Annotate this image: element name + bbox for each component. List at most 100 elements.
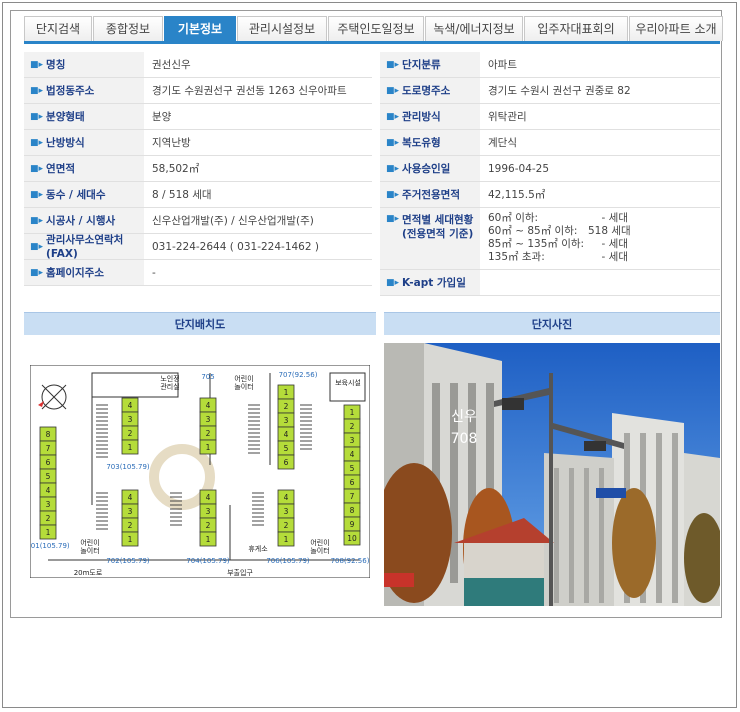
unit-line-number: 10: [347, 534, 357, 543]
tab-residents-council[interactable]: 입주자대표회의: [524, 16, 628, 41]
unit-line-number: 7: [350, 492, 355, 501]
unit-line-number: 2: [350, 422, 355, 431]
unit-line-number: 6: [284, 458, 289, 467]
bullet-arrow-icon: ■▸: [386, 112, 400, 122]
info-row-buildings-households: ■▸ 동수 / 세대수 8 / 518 세대: [24, 182, 372, 208]
info-row-legal-address: ■▸ 법정동주소 경기도 수원권선구 권선동 1263 신우아파트: [24, 78, 372, 104]
info-row-road-address: ■▸ 도로명주소 경기도 수원시 권선구 권중로 82: [380, 78, 720, 104]
area-distribution-list: 60㎡ 이하: - 세대 60㎡ ~ 85㎡ 이하: 518 세대 85㎡ ~ 13…: [488, 212, 631, 263]
building-label: 707(92.56): [279, 371, 318, 379]
unit-line-number: 4: [206, 401, 211, 410]
unit-line-number: 8: [46, 430, 51, 439]
unit-line-number: 2: [46, 514, 51, 523]
building-label: 706(105.79): [266, 557, 310, 565]
bullet-arrow-icon: ■▸: [30, 190, 44, 200]
tab-apartment-intro[interactable]: 우리아파트 소개: [629, 16, 723, 41]
daycare-label: 보육시설: [335, 379, 361, 387]
unit-line-number: 6: [350, 478, 355, 487]
unit-line-number: 3: [350, 436, 355, 445]
unit-line-number: 2: [206, 521, 211, 530]
unit-line-number: 3: [206, 507, 211, 516]
basic-info-left: ■▸ 명칭 권선신우 ■▸ 법정동주소 경기도 수원권선구 권선동 1263 신우아…: [24, 52, 372, 286]
unit-line-number: 5: [350, 464, 355, 473]
unit-line-number: 1: [128, 535, 133, 544]
tab-bar: 단지검색 종합정보 기본정보 관리시설정보 주택인도일정보 녹색/에너지정보 입…: [24, 16, 723, 44]
bullet-arrow-icon: ■▸: [30, 268, 44, 278]
info-row-name: ■▸ 명칭 권선신우: [24, 52, 372, 78]
unit-line-number: 4: [350, 450, 355, 459]
unit-line-number: 4: [128, 401, 133, 410]
playground-top-label: 어린이 놀이터: [234, 374, 253, 391]
tab-green-energy[interactable]: 녹색/에너지정보: [425, 16, 523, 41]
tab-handover-schedule[interactable]: 주택인도일정보: [328, 16, 424, 41]
playground-right-label: 어린이 놀이터: [310, 538, 329, 555]
info-row-exclusive-area: ■▸ 주거전용면적 42,115.5㎡: [380, 182, 720, 208]
rest-area-label: 휴게소: [248, 544, 268, 553]
info-row-heating: ■▸ 난방방식 지역난방: [24, 130, 372, 156]
traffic-light-icon: [502, 398, 524, 410]
building-label: 705: [201, 373, 214, 381]
unit-line-number: 3: [284, 507, 289, 516]
traffic-light-icon: [584, 441, 606, 451]
tab-complex-search[interactable]: 단지검색: [24, 16, 92, 41]
unit-line-number: 1: [284, 388, 289, 397]
street-sign-icon: [596, 488, 626, 498]
tab-facility-info[interactable]: 관리시설정보: [237, 16, 327, 41]
complex-photo[interactable]: 신우 708: [384, 343, 720, 606]
unit-line-number: 2: [206, 429, 211, 438]
playground-left-label: 어린이 놀이터: [80, 538, 99, 555]
photo-header: 단지사진: [384, 312, 720, 335]
building-sign-name: 신우: [451, 409, 477, 425]
bullet-arrow-icon: ■▸: [386, 60, 400, 70]
info-row-management: ■▸ 관리방식 위탁관리: [380, 104, 720, 130]
unit-line-number: 4: [206, 493, 211, 502]
site-plan-map[interactable]: 노인정 관리실 어린이 놀이터 보육시설 어린이 놀이터 휴게소 어린이 놀이터 20m…: [30, 365, 370, 578]
info-row-area-distribution: ■▸ 면적별 세대현황 (전용면적 기준) 60㎡ 이하: - 세대 60㎡ ~ 8…: [380, 208, 720, 270]
unit-line-number: 5: [46, 472, 51, 481]
unit-line-number: 5: [284, 444, 289, 453]
unit-line-number: 2: [128, 521, 133, 530]
unit-line-number: 2: [284, 402, 289, 411]
bullet-arrow-icon: ■▸: [386, 278, 400, 288]
unit-line-number: 1: [206, 535, 211, 544]
unit-line-number: 4: [128, 493, 133, 502]
unit-line-number: 1: [284, 535, 289, 544]
unit-line-number: 6: [46, 458, 51, 467]
bullet-arrow-icon: ■▸: [386, 190, 400, 200]
unit-line-number: 3: [128, 507, 133, 516]
unit-line-number: 3: [128, 415, 133, 424]
bullet-arrow-icon: ■▸: [386, 138, 400, 148]
bullet-arrow-icon: ■▸: [30, 216, 44, 226]
bullet-arrow-icon: ■▸: [30, 164, 44, 174]
tab-overview[interactable]: 종합정보: [93, 16, 163, 41]
info-row-approval-date: ■▸ 사용승인일 1996-04-25: [380, 156, 720, 182]
unit-line-number: 1: [206, 443, 211, 452]
basic-info-right: ■▸ 단지분류 아파트 ■▸ 도로명주소 경기도 수원시 권선구 권중로 82 ■▸…: [380, 52, 720, 296]
info-row-complex-type: ■▸ 단지분류 아파트: [380, 52, 720, 78]
bullet-arrow-icon: ■▸: [30, 86, 44, 96]
info-row-sale-type: ■▸ 분양형태 분양: [24, 104, 372, 130]
info-row-corridor: ■▸ 복도유형 계단식: [380, 130, 720, 156]
entrance-label: 부출입구: [227, 568, 253, 577]
unit-line-number: 3: [46, 500, 51, 509]
bullet-arrow-icon: ■▸: [386, 86, 400, 96]
building-sign-number: 708: [451, 431, 478, 447]
unit-line-number: 4: [284, 430, 289, 439]
unit-line-number: 7: [46, 444, 51, 453]
building-label: 701(105.79): [30, 542, 70, 550]
unit-line-number: 4: [284, 493, 289, 502]
info-row-builder: ■▸ 시공사 / 시행사 신우산업개발(주) / 신우산업개발(주): [24, 208, 372, 234]
info-row-office-contact: ■▸ 관리사무소연락처(FAX) 031-224-2644 ( 031-224-1…: [24, 234, 372, 260]
info-row-floor-area: ■▸ 연면적 58,502㎡: [24, 156, 372, 182]
unit-line-number: 2: [128, 429, 133, 438]
info-row-homepage: ■▸ 홈페이지주소 -: [24, 260, 372, 286]
building-label: 708(92.56): [331, 557, 370, 565]
site-plan-header: 단지배치도: [24, 312, 376, 335]
unit-line-number: 4: [46, 486, 51, 495]
building-label: 702(105.79): [106, 557, 150, 565]
unit-line-number: 9: [350, 520, 355, 529]
unit-line-number: 2: [284, 521, 289, 530]
bullet-arrow-icon: ■▸: [30, 138, 44, 148]
tab-basic-info[interactable]: 기본정보: [164, 16, 236, 41]
bullet-arrow-icon: ■▸: [386, 164, 400, 174]
